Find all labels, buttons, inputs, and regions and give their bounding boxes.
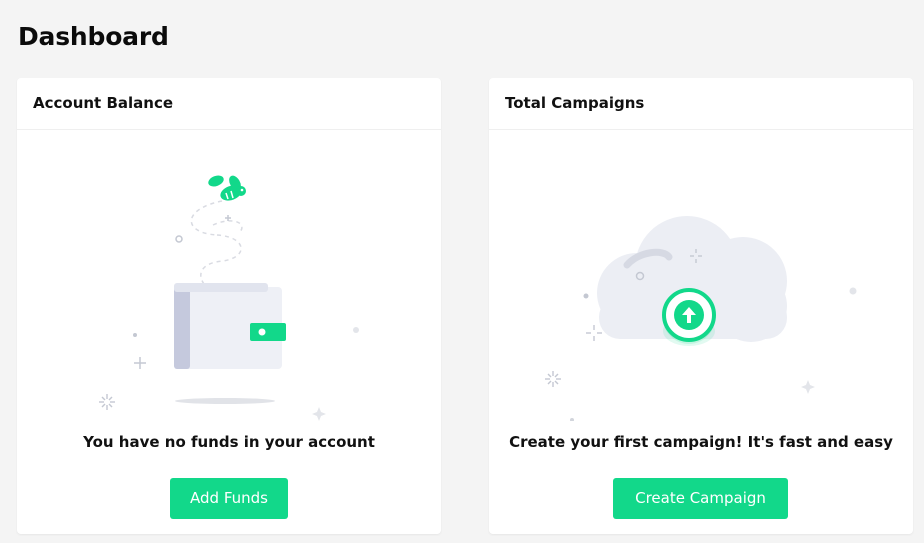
account-balance-card: Account Balance You have no funds in you… — [17, 78, 441, 534]
cloud-upload-illustration — [545, 216, 857, 421]
bee-icon — [208, 175, 246, 201]
wallet-illustration — [99, 175, 359, 421]
page-title: Dashboard — [18, 22, 169, 51]
add-funds-button[interactable]: Add Funds — [170, 478, 288, 519]
total-campaigns-message: Create your first campaign! It's fast an… — [509, 433, 893, 451]
create-campaign-button[interactable]: Create Campaign — [613, 478, 788, 519]
account-balance-message: You have no funds in your account — [83, 433, 375, 451]
account-balance-title: Account Balance — [17, 78, 441, 130]
total-campaigns-title: Total Campaigns — [489, 78, 913, 130]
total-campaigns-card: Total Campaigns Create your first campai… — [489, 78, 913, 534]
